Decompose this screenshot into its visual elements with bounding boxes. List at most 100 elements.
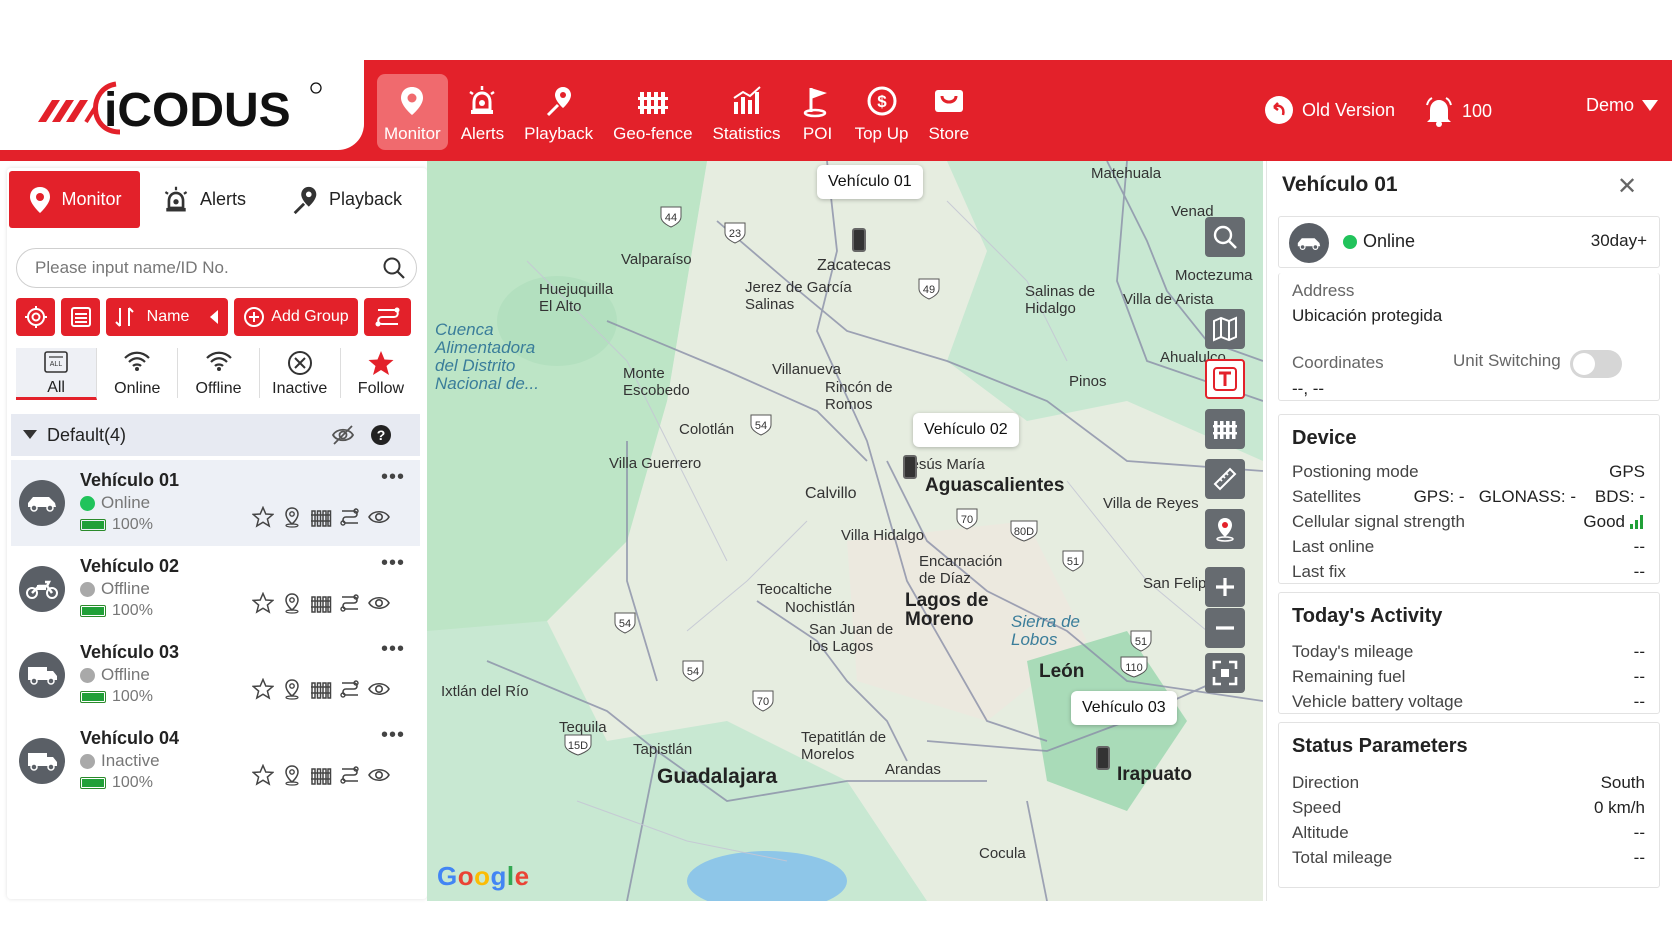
fence-icon[interactable] (310, 592, 332, 614)
city-label: Lagos de Moreno (905, 590, 989, 630)
notifications-button[interactable]: 100 (1424, 95, 1492, 127)
search-input[interactable] (35, 258, 382, 278)
place-label: Villanueva (772, 361, 841, 378)
vehicle-marker-icon[interactable] (903, 455, 917, 479)
eye-icon[interactable] (368, 678, 390, 700)
filter-online[interactable]: Online (97, 348, 179, 398)
fence-icon[interactable] (310, 764, 332, 786)
more-options-icon[interactable]: ••• (381, 724, 405, 747)
place-label: Salinas de Hidalgo (1025, 283, 1096, 317)
device-row: Last fix -- (1292, 562, 1645, 582)
unit-switching-toggle[interactable] (1570, 350, 1622, 378)
nav-geofence[interactable]: Geo-fence (606, 74, 699, 150)
geofence-map-button[interactable] (1205, 409, 1245, 449)
ruler-button[interactable] (1205, 459, 1245, 499)
status-card: Online 30day+ (1278, 216, 1660, 268)
filter-follow[interactable]: Follow (341, 348, 421, 398)
activity-row: Today's mileage -- (1292, 642, 1645, 662)
help-icon[interactable]: ? (370, 424, 392, 446)
add-group-label: Add Group (271, 308, 349, 325)
fence-icon[interactable] (310, 678, 332, 700)
row-value: GPS (1609, 462, 1645, 481)
nav-monitor[interactable]: Monitor (377, 74, 448, 150)
vehicle-marker-icon[interactable] (1096, 746, 1110, 770)
vehicle-marker-icon[interactable] (852, 228, 866, 252)
route-icon[interactable] (339, 506, 361, 528)
route-icon[interactable] (339, 678, 361, 700)
nav-store[interactable]: Store (921, 74, 976, 150)
group-header[interactable]: Default(4) ? (11, 414, 420, 456)
location-pin-icon[interactable] (281, 506, 303, 528)
vehicle-actions (252, 678, 390, 700)
vehicle-status: Inactive (80, 751, 160, 771)
tab-alerts[interactable]: Alerts (140, 171, 266, 228)
map-layer-button[interactable] (1205, 309, 1245, 349)
eye-off-icon[interactable] (331, 424, 355, 446)
sort-label: Name (146, 308, 190, 325)
eye-icon[interactable] (368, 592, 390, 614)
fence-icon[interactable] (310, 506, 332, 528)
vehicle-callout-01[interactable]: Vehículo 01 (817, 165, 923, 199)
vehicle-callout-02[interactable]: Vehículo 02 (913, 413, 1019, 447)
vehicle-status-label: Offline (101, 665, 150, 684)
vehicle-row-02[interactable]: Vehículo 02 Offline 100% ••• (11, 546, 420, 632)
zoom-in-button[interactable] (1205, 567, 1245, 607)
star-icon[interactable] (252, 592, 274, 614)
nav-poi[interactable]: POI (794, 74, 842, 150)
row-label: Last fix (1292, 562, 1346, 581)
star-icon[interactable] (252, 764, 274, 786)
location-pin-icon[interactable] (281, 678, 303, 700)
more-options-icon[interactable]: ••• (381, 552, 405, 575)
route-icon[interactable] (339, 592, 361, 614)
star-icon[interactable] (252, 678, 274, 700)
nav-alerts[interactable]: Alerts (454, 74, 511, 150)
add-group-button[interactable]: Add Group (234, 298, 358, 336)
user-menu[interactable]: Demo (1586, 95, 1659, 116)
tab-monitor[interactable]: Monitor (9, 171, 140, 228)
status-filter-tabs: ALL All Online Offline Inactive Follow (16, 348, 421, 400)
filter-all[interactable]: ALL All (16, 348, 98, 400)
tab-label: Monitor (61, 189, 122, 209)
eye-icon[interactable] (368, 506, 390, 528)
vehicle-actions (252, 764, 390, 786)
brand-logo[interactable]: iCODUS (0, 60, 364, 150)
sort-by-name-button[interactable]: Name (106, 298, 228, 336)
map-view[interactable]: Matehuala Venad Moctezuma Valparaíso Zac… (427, 161, 1263, 901)
tab-playback[interactable]: Playback (266, 171, 425, 228)
eye-icon[interactable] (368, 764, 390, 786)
more-options-icon[interactable]: ••• (381, 466, 405, 489)
nav-statistics[interactable]: Statistics (706, 74, 788, 150)
traffic-button[interactable] (1205, 359, 1245, 399)
locate-button[interactable] (16, 298, 55, 336)
vehicle-callout-03[interactable]: Vehículo 03 (1071, 691, 1177, 725)
search-icon[interactable] (382, 256, 406, 280)
protected-area-label: Sierra de Lobos (1011, 612, 1080, 649)
place-label: Huejuquilla El Alto (539, 281, 614, 315)
filter-offline[interactable]: Offline (178, 348, 260, 398)
nav-topup[interactable]: $ Top Up (848, 74, 916, 150)
zoom-out-button[interactable] (1205, 608, 1245, 648)
map-search-button[interactable] (1205, 217, 1245, 257)
old-version-link[interactable]: Old Version (1264, 95, 1395, 125)
route-icon[interactable] (339, 764, 361, 786)
poi-map-button[interactable] (1205, 509, 1245, 549)
list-view-button[interactable] (61, 298, 100, 336)
route-filter-button[interactable] (364, 298, 411, 336)
vehicle-row-03[interactable]: Vehículo 03 Offline 100% ••• (11, 632, 420, 718)
filter-inactive[interactable]: Inactive (260, 348, 341, 398)
vehicle-battery: 100% (80, 688, 153, 706)
close-icon[interactable]: ✕ (1617, 172, 1637, 201)
caret-down-icon (23, 430, 37, 439)
fullscreen-button[interactable] (1205, 653, 1245, 693)
flag-icon (803, 88, 827, 118)
vehicle-row-01[interactable]: Vehículo 01 Online 100% ••• (11, 460, 420, 546)
star-icon[interactable] (252, 506, 274, 528)
place-label: Monte Escobedo (623, 365, 690, 399)
more-options-icon[interactable]: ••• (381, 638, 405, 661)
truck-icon (19, 738, 65, 784)
location-pin-icon[interactable] (281, 764, 303, 786)
location-pin-icon[interactable] (281, 592, 303, 614)
place-label: Pinos (1069, 373, 1107, 390)
nav-playback[interactable]: Playback (517, 74, 600, 150)
vehicle-row-04[interactable]: Vehículo 04 Inactive 100% ••• (11, 718, 420, 804)
